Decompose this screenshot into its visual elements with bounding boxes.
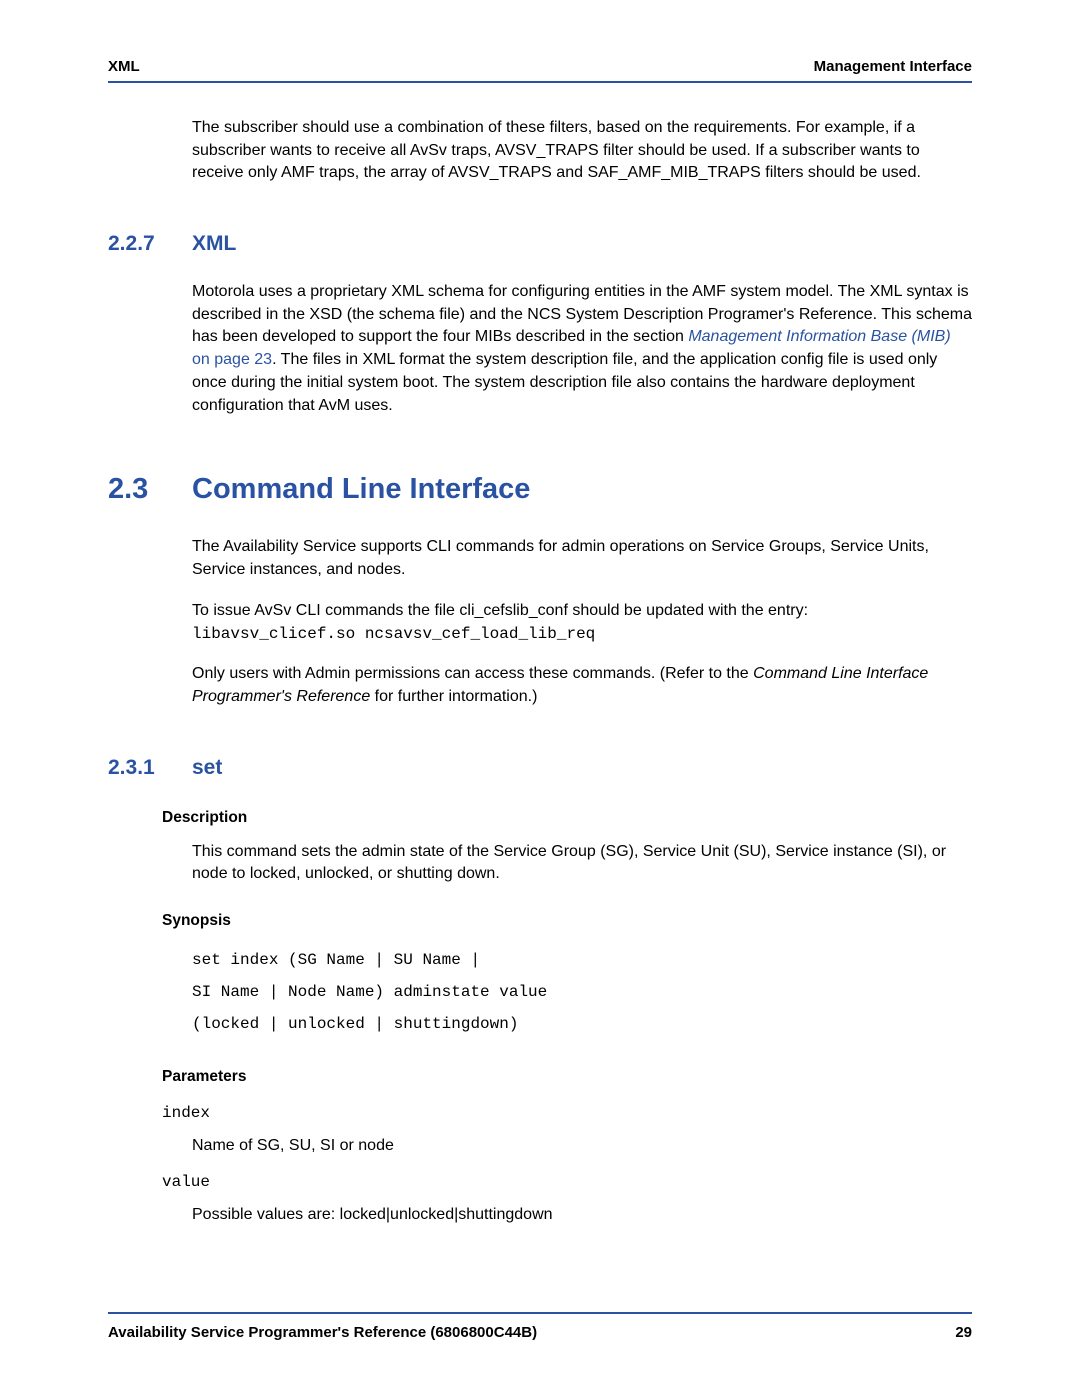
synopsis-head: Synopsis bbox=[162, 910, 972, 932]
description-body: This command sets the admin state of the… bbox=[192, 841, 972, 886]
param-name: value bbox=[162, 1171, 972, 1194]
synopsis-body: set index (SG Name | SU Name | SI Name |… bbox=[192, 944, 972, 1040]
page: XML Management Interface The subscriber … bbox=[0, 0, 1080, 1397]
body-text-post: . The files in XML format the system des… bbox=[192, 351, 937, 413]
section-2-3-p3: Only users with Admin permissions can ac… bbox=[192, 663, 972, 708]
page-header: XML Management Interface bbox=[108, 58, 972, 83]
section-number: 2.3 bbox=[108, 469, 192, 510]
footer-left: Availability Service Programmer's Refere… bbox=[108, 1324, 537, 1341]
section-2-3-1-heading: 2.3.1 set bbox=[108, 753, 972, 783]
section-2-3-p1: The Availability Service supports CLI co… bbox=[192, 536, 972, 581]
section-title: set bbox=[192, 753, 222, 783]
param-desc: Possible values are: locked|unlocked|shu… bbox=[192, 1204, 972, 1227]
param-desc: Name of SG, SU, SI or node bbox=[192, 1135, 972, 1158]
param-name: index bbox=[162, 1102, 972, 1125]
page-footer: Availability Service Programmer's Refere… bbox=[108, 1312, 972, 1341]
p3-post: for further intormation.) bbox=[370, 688, 537, 705]
header-right: Management Interface bbox=[814, 58, 972, 75]
footer-page-number: 29 bbox=[955, 1324, 972, 1341]
p2-code: libavsv_clicef.so ncsavsv_cef_load_lib_r… bbox=[192, 625, 595, 643]
content-column: The subscriber should use a combination … bbox=[108, 117, 972, 1227]
header-left: XML bbox=[108, 58, 140, 75]
mib-link[interactable]: Management Information Base (MIB) bbox=[688, 328, 950, 345]
description-head: Description bbox=[162, 807, 972, 829]
section-title: Command Line Interface bbox=[192, 469, 530, 510]
section-number: 2.2.7 bbox=[108, 229, 192, 259]
section-2-3-heading: 2.3 Command Line Interface bbox=[108, 469, 972, 510]
section-title: XML bbox=[192, 229, 236, 259]
intro-paragraph: The subscriber should use a combination … bbox=[192, 117, 972, 185]
p2-text: To issue AvSv CLI commands the file cli_… bbox=[192, 602, 808, 619]
section-2-2-7-heading: 2.2.7 XML bbox=[108, 229, 972, 259]
parameters-head: Parameters bbox=[162, 1066, 972, 1088]
section-2-3-p2: To issue AvSv CLI commands the file cli_… bbox=[192, 600, 972, 645]
p3-pre: Only users with Admin permissions can ac… bbox=[192, 665, 753, 682]
mib-link-page[interactable]: on page 23 bbox=[192, 351, 272, 368]
section-number: 2.3.1 bbox=[108, 753, 192, 783]
section-2-2-7-body: Motorola uses a proprietary XML schema f… bbox=[192, 281, 972, 417]
